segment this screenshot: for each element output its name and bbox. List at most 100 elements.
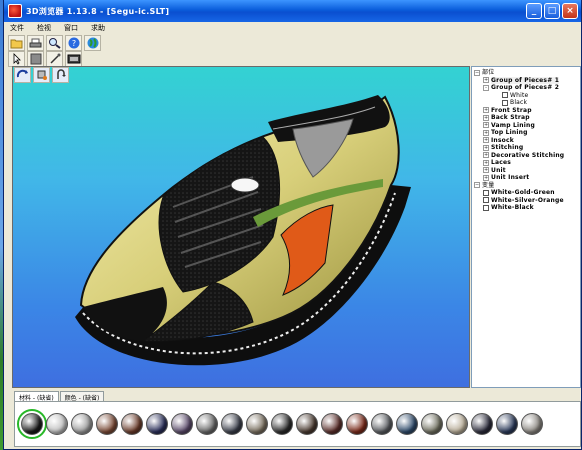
material-swatch[interactable] (171, 413, 193, 435)
tree-item-label: White (510, 91, 529, 99)
material-swatch[interactable] (96, 413, 118, 435)
shoe-render (75, 95, 411, 366)
variant-white-silver-orange[interactable]: White-Silver-Orange (474, 197, 580, 205)
variant-checkbox[interactable] (483, 189, 489, 196)
expand-icon[interactable]: + (483, 137, 489, 144)
tree-root-label: 部位 (482, 69, 495, 76)
3d-viewport[interactable] (12, 66, 470, 388)
move-icon[interactable] (52, 67, 69, 83)
title-bar[interactable]: 3D浏览器 1.13.8 - [Segu-ic.SLT] _ □ × (4, 0, 581, 22)
expand-icon[interactable]: + (483, 107, 489, 114)
material-swatch[interactable] (346, 413, 368, 435)
material-swatch[interactable] (17, 409, 47, 439)
item-checkbox[interactable] (502, 92, 508, 99)
tree-item-laces[interactable]: + Laces (474, 159, 580, 167)
material-swatch[interactable] (521, 413, 543, 435)
variant-white-gold-green[interactable]: White-Gold-Green (474, 189, 580, 197)
variants-root-label: 变量 (482, 181, 495, 189)
material-swatch[interactable] (496, 413, 518, 435)
tree-item-group-1[interactable]: + Group of Pieces# 1 (474, 76, 580, 84)
variant-white-black[interactable]: White-Black (474, 204, 580, 212)
app-icon (8, 4, 22, 18)
tree-item-label: Black (510, 99, 528, 106)
expand-icon[interactable]: + (483, 174, 489, 181)
tree-item-front-strap[interactable]: + Front Strap (474, 107, 580, 115)
tree-item-label: Top Lining (491, 129, 528, 136)
eyedropper-icon[interactable] (46, 51, 63, 67)
tree-item-top-lining[interactable]: + Top Lining (474, 129, 580, 137)
material-swatch[interactable] (396, 413, 418, 435)
material-swatch[interactable] (121, 413, 143, 435)
tree-item-decorative-stitching[interactable]: + Decorative Stitching (474, 152, 580, 160)
menu-view[interactable]: 检视 (35, 23, 53, 33)
tree-root[interactable]: − 部位 (474, 69, 580, 77)
tree-item-group-2[interactable]: - Group of Pieces# 2 (474, 84, 580, 92)
zoom-icon[interactable] (46, 35, 63, 51)
material-swatch[interactable] (321, 413, 343, 435)
material-swatch[interactable] (221, 413, 243, 435)
material-icon[interactable] (65, 51, 82, 67)
tree-item-stitching[interactable]: + Stitching (474, 144, 580, 152)
material-swatch[interactable] (421, 413, 443, 435)
help-icon[interactable]: ? (65, 35, 82, 51)
expand-icon[interactable]: + (483, 114, 489, 121)
tree-item-label: Group of Pieces# 2 (491, 84, 560, 91)
tree-item-back-strap[interactable]: + Back Strap (474, 114, 580, 122)
variant-checkbox[interactable] (483, 197, 489, 204)
expand-icon[interactable]: + (483, 122, 489, 129)
tree-item-black[interactable]: Black (474, 99, 580, 107)
pointer-icon[interactable] (8, 51, 25, 67)
expand-icon[interactable]: + (483, 144, 489, 151)
menu-file[interactable]: 文件 (8, 23, 26, 33)
tree-item-insock[interactable]: + Insock (474, 137, 580, 145)
menu-help[interactable]: 求助 (89, 23, 107, 33)
material-swatch[interactable] (296, 413, 318, 435)
texture-square-icon[interactable] (27, 51, 44, 67)
open-folder-icon[interactable] (8, 35, 25, 51)
close-button[interactable]: × (562, 3, 578, 19)
tree-item-label: Stitching (491, 144, 524, 151)
material-swatch[interactable] (371, 413, 393, 435)
expand-icon[interactable]: + (483, 167, 489, 174)
item-checkbox[interactable] (502, 99, 508, 106)
expand-icon[interactable]: + (483, 159, 489, 166)
variant-label: White-Silver-Orange (491, 196, 564, 204)
material-swatch[interactable] (196, 413, 218, 435)
tree-item-white[interactable]: White (474, 92, 580, 100)
globe-icon[interactable] (84, 35, 101, 51)
collapse-icon[interactable]: − (474, 182, 480, 189)
parts-tree: − 部位 + Group of Pieces# 1 - Group of Pie… (472, 67, 580, 212)
minimize-button[interactable]: _ (526, 3, 542, 19)
tree-item-label: Insock (491, 136, 514, 144)
collapse-icon[interactable]: - (483, 84, 489, 91)
rotate-icon[interactable] (14, 67, 31, 83)
material-swatch[interactable] (71, 413, 93, 435)
tree-item-label: Laces (491, 159, 512, 166)
expand-icon[interactable]: + (483, 77, 489, 84)
variants-root[interactable]: − 变量 (474, 182, 580, 190)
tree-item-unit[interactable]: + Unit (474, 167, 580, 175)
material-swatch[interactable] (146, 413, 168, 435)
print-icon[interactable] (27, 35, 44, 51)
variant-checkbox[interactable] (483, 204, 489, 211)
maximize-button[interactable]: □ (544, 3, 560, 19)
window-title: 3D浏览器 1.13.8 - [Segu-ic.SLT] (26, 6, 170, 16)
tree-item-unit-insert[interactable]: + Unit Insert (474, 174, 580, 182)
material-swatch[interactable] (446, 413, 468, 435)
variant-label: White-Gold-Green (491, 189, 555, 196)
material-swatch[interactable] (46, 413, 68, 435)
tree-item-vamp-lining[interactable]: + Vamp Lining (474, 122, 580, 130)
collapse-icon[interactable]: − (474, 69, 480, 76)
material-swatch[interactable] (271, 413, 293, 435)
expand-icon[interactable]: + (483, 152, 489, 159)
tab-colors[interactable]: 颜色 - (缺省) (59, 391, 105, 402)
tree-item-label: Unit Insert (491, 174, 530, 181)
pan-icon[interactable] (33, 67, 50, 83)
material-swatch[interactable] (471, 413, 493, 435)
expand-icon[interactable]: + (483, 129, 489, 136)
tab-materials[interactable]: 材料 - (缺省) (14, 391, 59, 402)
app-window: 3D浏览器 1.13.8 - [Segu-ic.SLT] _ □ × 文件 检视… (3, 0, 582, 450)
menu-window[interactable]: 窗口 (62, 23, 80, 33)
tree-item-label: Vamp Lining (491, 121, 535, 129)
material-swatch[interactable] (246, 413, 268, 435)
